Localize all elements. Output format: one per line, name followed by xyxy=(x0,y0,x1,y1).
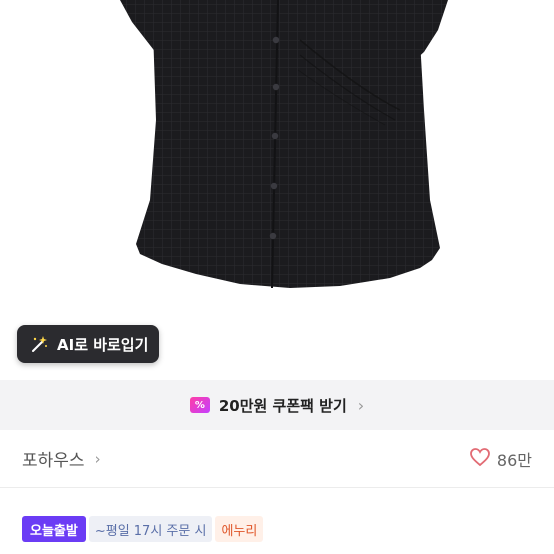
coupon-pack-banner[interactable]: % 20만원 쿠폰팩 받기 › xyxy=(0,380,554,430)
magic-wand-icon xyxy=(29,334,49,354)
like-button[interactable]: 86만 xyxy=(469,447,532,471)
shop-name-link[interactable]: 포하우스 xyxy=(22,446,85,471)
today-departure-badge: 오늘출발 xyxy=(22,516,86,542)
ai-try-on-button[interactable]: AI로 바로입기 xyxy=(17,325,159,363)
order-cutoff-badge: ~평일 17시 주문 시 xyxy=(88,516,213,542)
product-photo-black-blouse xyxy=(120,0,448,289)
coupon-icon: % xyxy=(189,397,210,413)
enuri-badge: 에누리 xyxy=(215,516,264,542)
product-image[interactable] xyxy=(0,0,554,380)
shipping-badges: 오늘출발 ~평일 17시 주문 시 에누리 xyxy=(22,516,264,542)
shop-info-row: 포하우스 › 86만 xyxy=(0,430,554,488)
ai-try-on-label: AI로 바로입기 xyxy=(57,335,149,354)
coupon-label: 20만원 쿠폰팩 받기 xyxy=(218,396,347,415)
chevron-right-icon: › xyxy=(357,395,365,415)
like-count: 86만 xyxy=(496,450,532,470)
chevron-right-icon: › xyxy=(94,449,101,468)
heart-outline-icon xyxy=(469,447,491,471)
